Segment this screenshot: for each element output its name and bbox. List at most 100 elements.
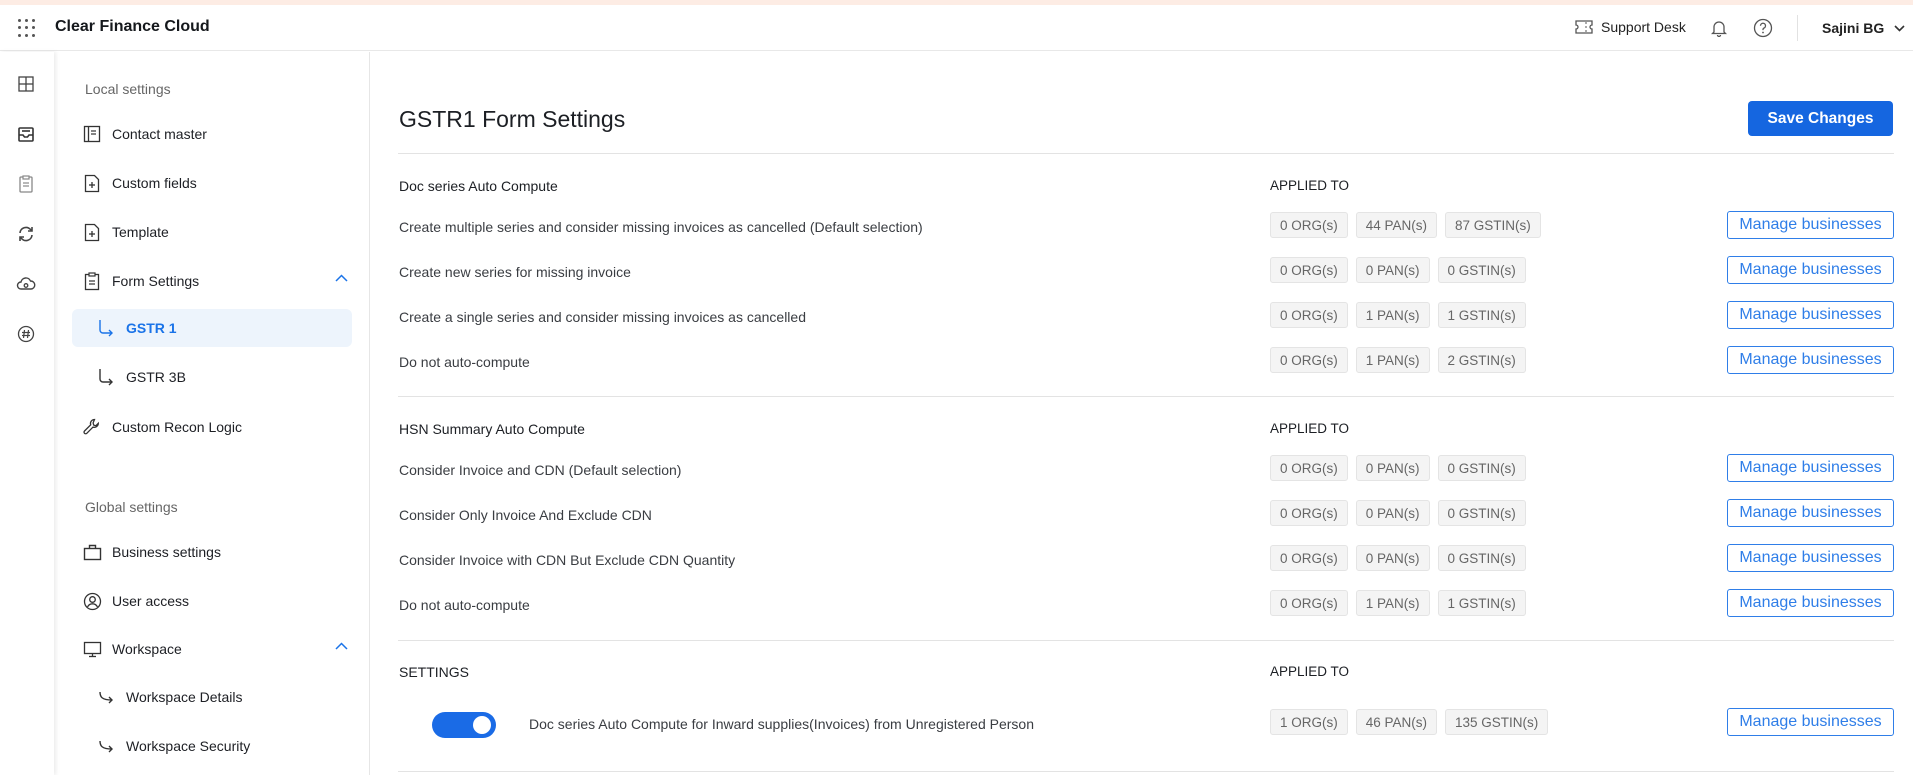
applied-counts: 1 ORG(s) 46 PAN(s) 135 GSTIN(s) xyxy=(1270,709,1549,735)
option-label: Do not auto-compute xyxy=(399,354,530,370)
sidebar-item-contact-master[interactable]: Contact master xyxy=(82,115,352,153)
inbox-icon[interactable] xyxy=(16,124,36,144)
sidebar-item-form-settings[interactable]: Form Settings xyxy=(82,262,352,300)
applied-counts: 0 ORG(s) 1 PAN(s) 1 GSTIN(s) xyxy=(1270,590,1526,616)
page-title: GSTR1 Form Settings xyxy=(399,106,626,132)
user-menu[interactable]: Sajini BG xyxy=(1822,20,1905,36)
contact-card-icon xyxy=(82,124,102,144)
briefcase-icon xyxy=(82,542,102,562)
support-desk-link[interactable]: Support Desk xyxy=(1575,19,1686,35)
app-header: Clear Finance Cloud Support Desk Sajini … xyxy=(0,5,1913,51)
user-name: Sajini BG xyxy=(1822,20,1885,36)
org-count-badge: 0 ORG(s) xyxy=(1270,545,1348,571)
option-label: Create multiple series and consider miss… xyxy=(399,219,923,235)
manage-businesses-button[interactable]: Manage businesses xyxy=(1727,708,1894,736)
manage-businesses-button[interactable]: Manage businesses xyxy=(1727,544,1894,572)
chevron-up-icon[interactable] xyxy=(335,642,348,650)
applied-to-heading: APPLIED TO xyxy=(1270,178,1350,193)
manage-businesses-button[interactable]: Manage businesses xyxy=(1727,499,1894,527)
sidebar-item-workspace-security[interactable]: Workspace Security xyxy=(72,727,352,765)
sidebar-item-gstr1[interactable]: GSTR 1 xyxy=(72,309,352,347)
org-count-badge: 0 ORG(s) xyxy=(1270,302,1348,328)
gstin-count-badge: 1 GSTIN(s) xyxy=(1437,590,1526,616)
sidebar-item-workspace-details[interactable]: Workspace Details xyxy=(72,678,352,716)
applied-counts: 0 ORG(s) 44 PAN(s) 87 GSTIN(s) xyxy=(1270,212,1541,238)
left-icon-rail xyxy=(0,52,54,775)
monitor-icon xyxy=(82,639,102,659)
toggle-label: Doc series Auto Compute for Inward suppl… xyxy=(529,716,1034,732)
clipboard-icon[interactable] xyxy=(16,174,36,194)
org-count-badge: 0 ORG(s) xyxy=(1270,212,1348,238)
sidebar-item-custom-recon-logic[interactable]: Custom Recon Logic xyxy=(82,408,352,446)
org-count-badge: 0 ORG(s) xyxy=(1270,455,1348,481)
sync-icon[interactable] xyxy=(16,224,36,244)
section-title-settings: SETTINGS xyxy=(399,664,470,680)
gstin-count-badge: 0 GSTIN(s) xyxy=(1437,500,1526,526)
manage-businesses-button[interactable]: Manage businesses xyxy=(1727,256,1894,284)
app-launcher-icon[interactable] xyxy=(18,19,36,37)
header-divider xyxy=(1797,15,1798,41)
applied-counts: 0 ORG(s) 1 PAN(s) 1 GSTIN(s) xyxy=(1270,302,1526,328)
pan-count-badge: 1 PAN(s) xyxy=(1355,590,1430,616)
file-plus-icon xyxy=(82,222,102,242)
save-changes-button[interactable]: Save Changes xyxy=(1748,101,1893,136)
sidebar-item-label: Business settings xyxy=(112,544,221,560)
pan-count-badge: 1 PAN(s) xyxy=(1355,302,1430,328)
sub-arrow-icon xyxy=(99,369,113,386)
sidebar-item-custom-fields[interactable]: Custom fields xyxy=(82,164,352,202)
brand-title: Clear Finance Cloud xyxy=(55,18,210,35)
gstin-count-badge: 1 GSTIN(s) xyxy=(1437,302,1526,328)
manage-businesses-button[interactable]: Manage businesses xyxy=(1727,211,1894,239)
manage-businesses-button[interactable]: Manage businesses xyxy=(1727,301,1894,329)
manage-businesses-button[interactable]: Manage businesses xyxy=(1727,346,1894,374)
option-label: Consider Only Invoice And Exclude CDN xyxy=(399,507,652,523)
applied-counts: 0 ORG(s) 0 PAN(s) 0 GSTIN(s) xyxy=(1270,455,1526,481)
gstin-count-badge: 87 GSTIN(s) xyxy=(1445,212,1541,238)
pan-count-badge: 0 PAN(s) xyxy=(1355,455,1430,481)
sidebar-item-label: User access xyxy=(112,593,190,609)
inward-supplies-toggle[interactable] xyxy=(432,712,496,738)
sidebar-item-label: Custom Recon Logic xyxy=(112,419,242,435)
sidebar-item-label: Form Settings xyxy=(112,273,200,289)
wrench-icon xyxy=(82,417,102,437)
gstin-count-badge: 0 GSTIN(s) xyxy=(1437,455,1526,481)
pan-count-badge: 0 PAN(s) xyxy=(1355,257,1430,283)
chevron-down-icon xyxy=(1894,24,1905,32)
local-settings-heading: Local settings xyxy=(85,81,171,97)
option-label: Do not auto-compute xyxy=(399,597,530,613)
manage-businesses-button[interactable]: Manage businesses xyxy=(1727,454,1894,482)
hash-icon[interactable] xyxy=(16,324,36,344)
manage-businesses-button[interactable]: Manage businesses xyxy=(1727,589,1894,617)
org-count-badge: 0 ORG(s) xyxy=(1270,257,1348,283)
sidebar-item-gstr3b[interactable]: GSTR 3B xyxy=(72,358,352,396)
section-title-hsn: HSN Summary Auto Compute xyxy=(399,421,585,437)
sidebar-item-label: Workspace Security xyxy=(126,738,251,754)
global-settings-heading: Global settings xyxy=(85,499,178,515)
org-count-badge: 0 ORG(s) xyxy=(1270,347,1348,373)
org-count-badge: 1 ORG(s) xyxy=(1270,709,1348,735)
pan-count-badge: 44 PAN(s) xyxy=(1355,212,1438,238)
dashboard-icon[interactable] xyxy=(16,74,36,94)
help-icon[interactable] xyxy=(1753,18,1773,38)
divider xyxy=(398,640,1894,641)
gstin-count-badge: 2 GSTIN(s) xyxy=(1437,347,1526,373)
support-desk-label: Support Desk xyxy=(1601,19,1686,35)
sidebar-item-user-access[interactable]: User access xyxy=(82,582,352,620)
applied-counts: 0 ORG(s) 0 PAN(s) 0 GSTIN(s) xyxy=(1270,257,1526,283)
org-count-badge: 0 ORG(s) xyxy=(1270,590,1348,616)
pan-count-badge: 1 PAN(s) xyxy=(1355,347,1430,373)
gstin-count-badge: 135 GSTIN(s) xyxy=(1445,709,1549,735)
option-label: Create new series for missing invoice xyxy=(399,264,631,280)
option-label: Create a single series and consider miss… xyxy=(399,309,806,325)
divider xyxy=(398,771,1894,772)
sub-arrow-icon xyxy=(99,691,113,704)
sidebar-item-business-settings[interactable]: Business settings xyxy=(82,533,352,571)
notification-bell-icon[interactable] xyxy=(1711,19,1727,37)
sidebar-item-workspace[interactable]: Workspace xyxy=(82,630,352,668)
sidebar-item-template[interactable]: Template xyxy=(82,213,352,251)
chevron-up-icon[interactable] xyxy=(335,274,348,282)
user-circle-icon xyxy=(82,591,102,611)
settings-sidebar: Local settings Contact master Custom fie… xyxy=(54,52,370,775)
pan-count-badge: 46 PAN(s) xyxy=(1355,709,1438,735)
cloud-icon[interactable] xyxy=(16,274,36,294)
